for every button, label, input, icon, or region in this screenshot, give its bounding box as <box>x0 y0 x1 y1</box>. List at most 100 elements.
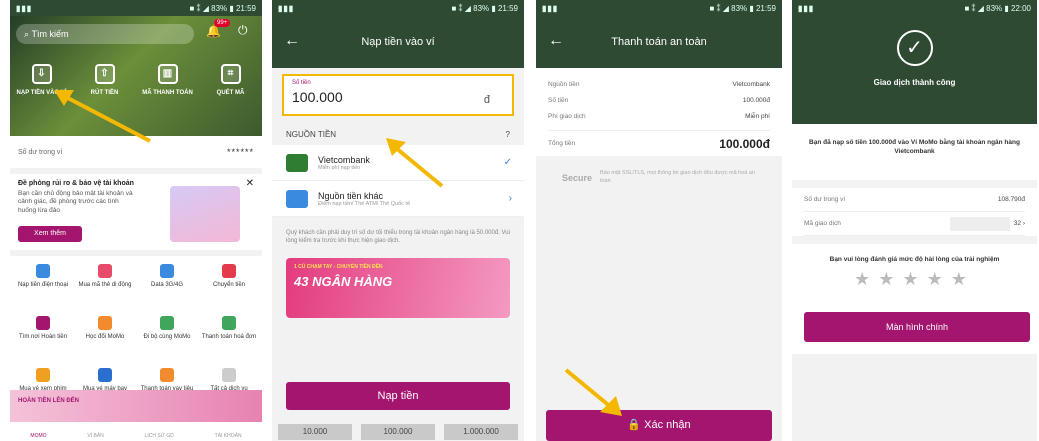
row-label: Phí giao dịch <box>548 112 586 120</box>
source-sub: Điểm nạp tiền/ Thẻ ATM/ Thẻ Quốc tế <box>318 200 411 207</box>
balance-label: Số dư trong ví <box>18 148 63 156</box>
service-item[interactable]: Tìm nơi Hoàn tiền <box>12 312 74 364</box>
search-input[interactable]: ⌕ Tìm kiếm <box>16 24 194 44</box>
topup-header: ← Nạp tiền vào ví <box>272 16 524 68</box>
source-item[interactable]: Nguồn tiền khác Điểm nạp tiền/ Thẻ ATM/ T… <box>272 181 524 217</box>
payment-row: Nguồn tiền Vietcombank <box>548 76 770 92</box>
power-icon[interactable]: ⏻ <box>238 23 248 38</box>
service-icon <box>160 368 174 382</box>
secure-note: Secure Bảo mật SSL/TLS, mọi thông tin gi… <box>536 156 782 199</box>
nav-item[interactable]: VÍ BẢN <box>87 433 103 439</box>
security-promo: Đề phòng rủi ro & bảo vệ tài khoản Bạn c… <box>10 174 262 250</box>
service-item[interactable]: Thanh toán hoá đơn <box>198 312 260 364</box>
status-bar: ▮▮▮ ■ ⁑ ◢ 83% ▮ 21:59 <box>272 0 524 16</box>
scan-icon: ⌗ <box>220 64 241 84</box>
lock-icon: 🔒 <box>627 419 645 431</box>
service-icon <box>160 264 174 278</box>
status-bar: ▮▮▮ ■ ⁑ ◢ 83% ▮ 21:59 <box>10 0 262 16</box>
back-arrow-icon[interactable]: ← <box>548 32 564 50</box>
result-rows: Số dư trong ví 108.790đ Mã giao dịch 32 … <box>792 188 1037 236</box>
deposit-icon: ⇩ <box>31 64 52 84</box>
source-list: Vietcombank Miễn phí nạp tiền ✓ Nguồn tiền … <box>272 145 524 217</box>
promo-banner[interactable]: HOÀN TIỀN LÊN ĐẾN <box>10 390 262 422</box>
quick-action-2[interactable]: ▥ MÃ THANH TOÁN <box>140 64 196 96</box>
source-name: Nguồn tiền khác <box>318 190 384 201</box>
source-heading-row: NGUỒN TIỀN ? <box>272 122 524 145</box>
source-item[interactable]: Vietcombank Miễn phí nạp tiền ✓ <box>272 145 524 181</box>
service-icon <box>36 316 50 330</box>
quick-action-0[interactable]: ⇩ NẠP TIỀN VÀO VÍ <box>14 64 70 96</box>
amount-chip[interactable]: 1.000.000 <box>444 424 518 440</box>
service-item[interactable]: Đi bộ cùng MoMo <box>136 312 198 364</box>
service-label: Mua mã thẻ di động <box>78 282 132 288</box>
rating-prompt: Bạn vui lòng đánh giá mức độ hài lòng củ… <box>829 256 1000 263</box>
amount-chip[interactable]: 100.000 <box>361 424 435 440</box>
page-title: Nạp tiền vào ví <box>361 36 435 48</box>
amount-field[interactable]: Số tiền 100.000 đ <box>282 74 514 116</box>
total-value: 100.000đ <box>719 136 770 151</box>
chevron-right-icon: › <box>508 193 512 204</box>
signal-icon: ▮▮▮ <box>278 3 295 13</box>
service-icon <box>222 316 236 330</box>
payment-header: ← Thanh toán an toàn <box>536 16 782 68</box>
star-rating[interactable]: ★★★★★ <box>792 269 1037 290</box>
signal-icon: ▮▮▮ <box>16 3 33 13</box>
total-row: Tổng tiền 100.000đ <box>548 130 770 156</box>
amount-label: Số tiền <box>292 80 311 86</box>
currency-label: đ <box>483 94 490 106</box>
nav-item[interactable]: TÀI KHOẢN <box>215 433 242 439</box>
service-item[interactable]: Chuyển tiền <box>198 260 260 312</box>
service-item[interactable]: Mua mã thẻ di động <box>74 260 136 312</box>
help-icon[interactable]: ? <box>506 130 510 139</box>
service-item[interactable]: Học đổi MoMo <box>74 312 136 364</box>
balance-row[interactable]: Số dư trong ví ****** <box>10 136 262 168</box>
promo-text: Bạn cần chủ động bảo mật tài khoản và cả… <box>18 190 133 214</box>
secure-logo: Secure <box>562 172 593 183</box>
home-screen: ▮▮▮ ■ ⁑ ◢ 83% ▮ 21:59 ⌕ Tìm kiếm 🔔 99+ ⏻… <box>10 0 262 441</box>
quick-action-label: MÃ THANH TOÁN <box>142 90 193 96</box>
service-icon <box>98 316 112 330</box>
secure-text: Bảo mật SSL/TLS, mọi thông tin giao dịch… <box>600 170 755 184</box>
service-icon <box>222 368 236 382</box>
close-icon[interactable]: ✕ <box>246 178 254 189</box>
promo-big: 43 NGÂN HÀNG <box>294 273 393 289</box>
service-label: Chuyển tiền <box>212 282 246 288</box>
transfer-promo[interactable]: 1 CÚ CHẠM TAY - CHUYỂN TIỀN ĐẾN 43 NGÂN … <box>286 257 510 318</box>
masked-block <box>949 216 1010 231</box>
topup-button[interactable]: Nạp tiền <box>286 382 510 410</box>
confirm-button[interactable]: 🔒 Xác nhận <box>546 410 772 441</box>
signal-icon: ▮▮▮ <box>542 3 559 13</box>
amount-chip[interactable]: 10.000 <box>278 424 352 440</box>
home-screen-button[interactable]: Màn hình chính <box>804 312 1030 342</box>
service-icon <box>36 264 50 278</box>
status-right: ■ ⁑ ◢ 83% ▮ 21:59 <box>189 3 256 13</box>
chevron-right-icon: › <box>1021 220 1025 227</box>
bottom-nav: MOMO VÍ BẢN LỊCH SỬ GD TÀI KHOẢN <box>10 422 262 441</box>
notification-badge: 99+ <box>214 19 231 27</box>
balance-value: 108.790đ <box>997 196 1025 203</box>
topup-screen: ▮▮▮ ■ ⁑ ◢ 83% ▮ 21:59 ← Nạp tiền vào ví … <box>272 0 524 441</box>
nav-item[interactable]: LỊCH SỬ GD <box>145 433 174 439</box>
transaction-label: Mã giao dịch <box>804 220 841 227</box>
see-more-button[interactable]: Xem thêm <box>18 226 82 242</box>
source-heading: NGUỒN TIỀN <box>286 130 337 139</box>
status-right: ■ ⁑ ◢ 83% ▮ 21:59 <box>451 3 518 13</box>
nav-item[interactable]: MOMO <box>30 433 46 439</box>
service-item[interactable]: Data 3G/4G <box>136 260 198 312</box>
success-header: ✓ Giao dịch thành công <box>792 16 1037 124</box>
card-icon <box>286 189 308 208</box>
status-bar: ▮▮▮ ■ ⁑ ◢ 83% ▮ 22:00 <box>792 0 1037 16</box>
source-name: Vietcombank <box>318 154 370 165</box>
row-label: Nguồn tiền <box>548 80 580 88</box>
quick-action-3[interactable]: ⌗ QUÉT MÃ <box>203 64 259 96</box>
barcode-icon: ▥ <box>157 64 178 84</box>
bank-logo-icon <box>286 153 308 172</box>
back-arrow-icon[interactable]: ← <box>284 32 300 50</box>
success-message: Bạn đã nạp số tiền 100.000đ vào Ví MoMo … <box>792 124 1037 180</box>
amount-value: 100.000 <box>292 89 343 105</box>
transaction-row[interactable]: Mã giao dịch 32 › <box>804 212 1025 236</box>
service-item[interactable]: Nạp tiền điện thoại <box>12 260 74 312</box>
quick-action-1[interactable]: ⇧ RÚT TIỀN <box>77 64 133 96</box>
status-bar: ▮▮▮ ■ ⁑ ◢ 83% ▮ 21:59 <box>536 0 782 16</box>
search-placeholder: Tìm kiếm <box>31 29 69 39</box>
